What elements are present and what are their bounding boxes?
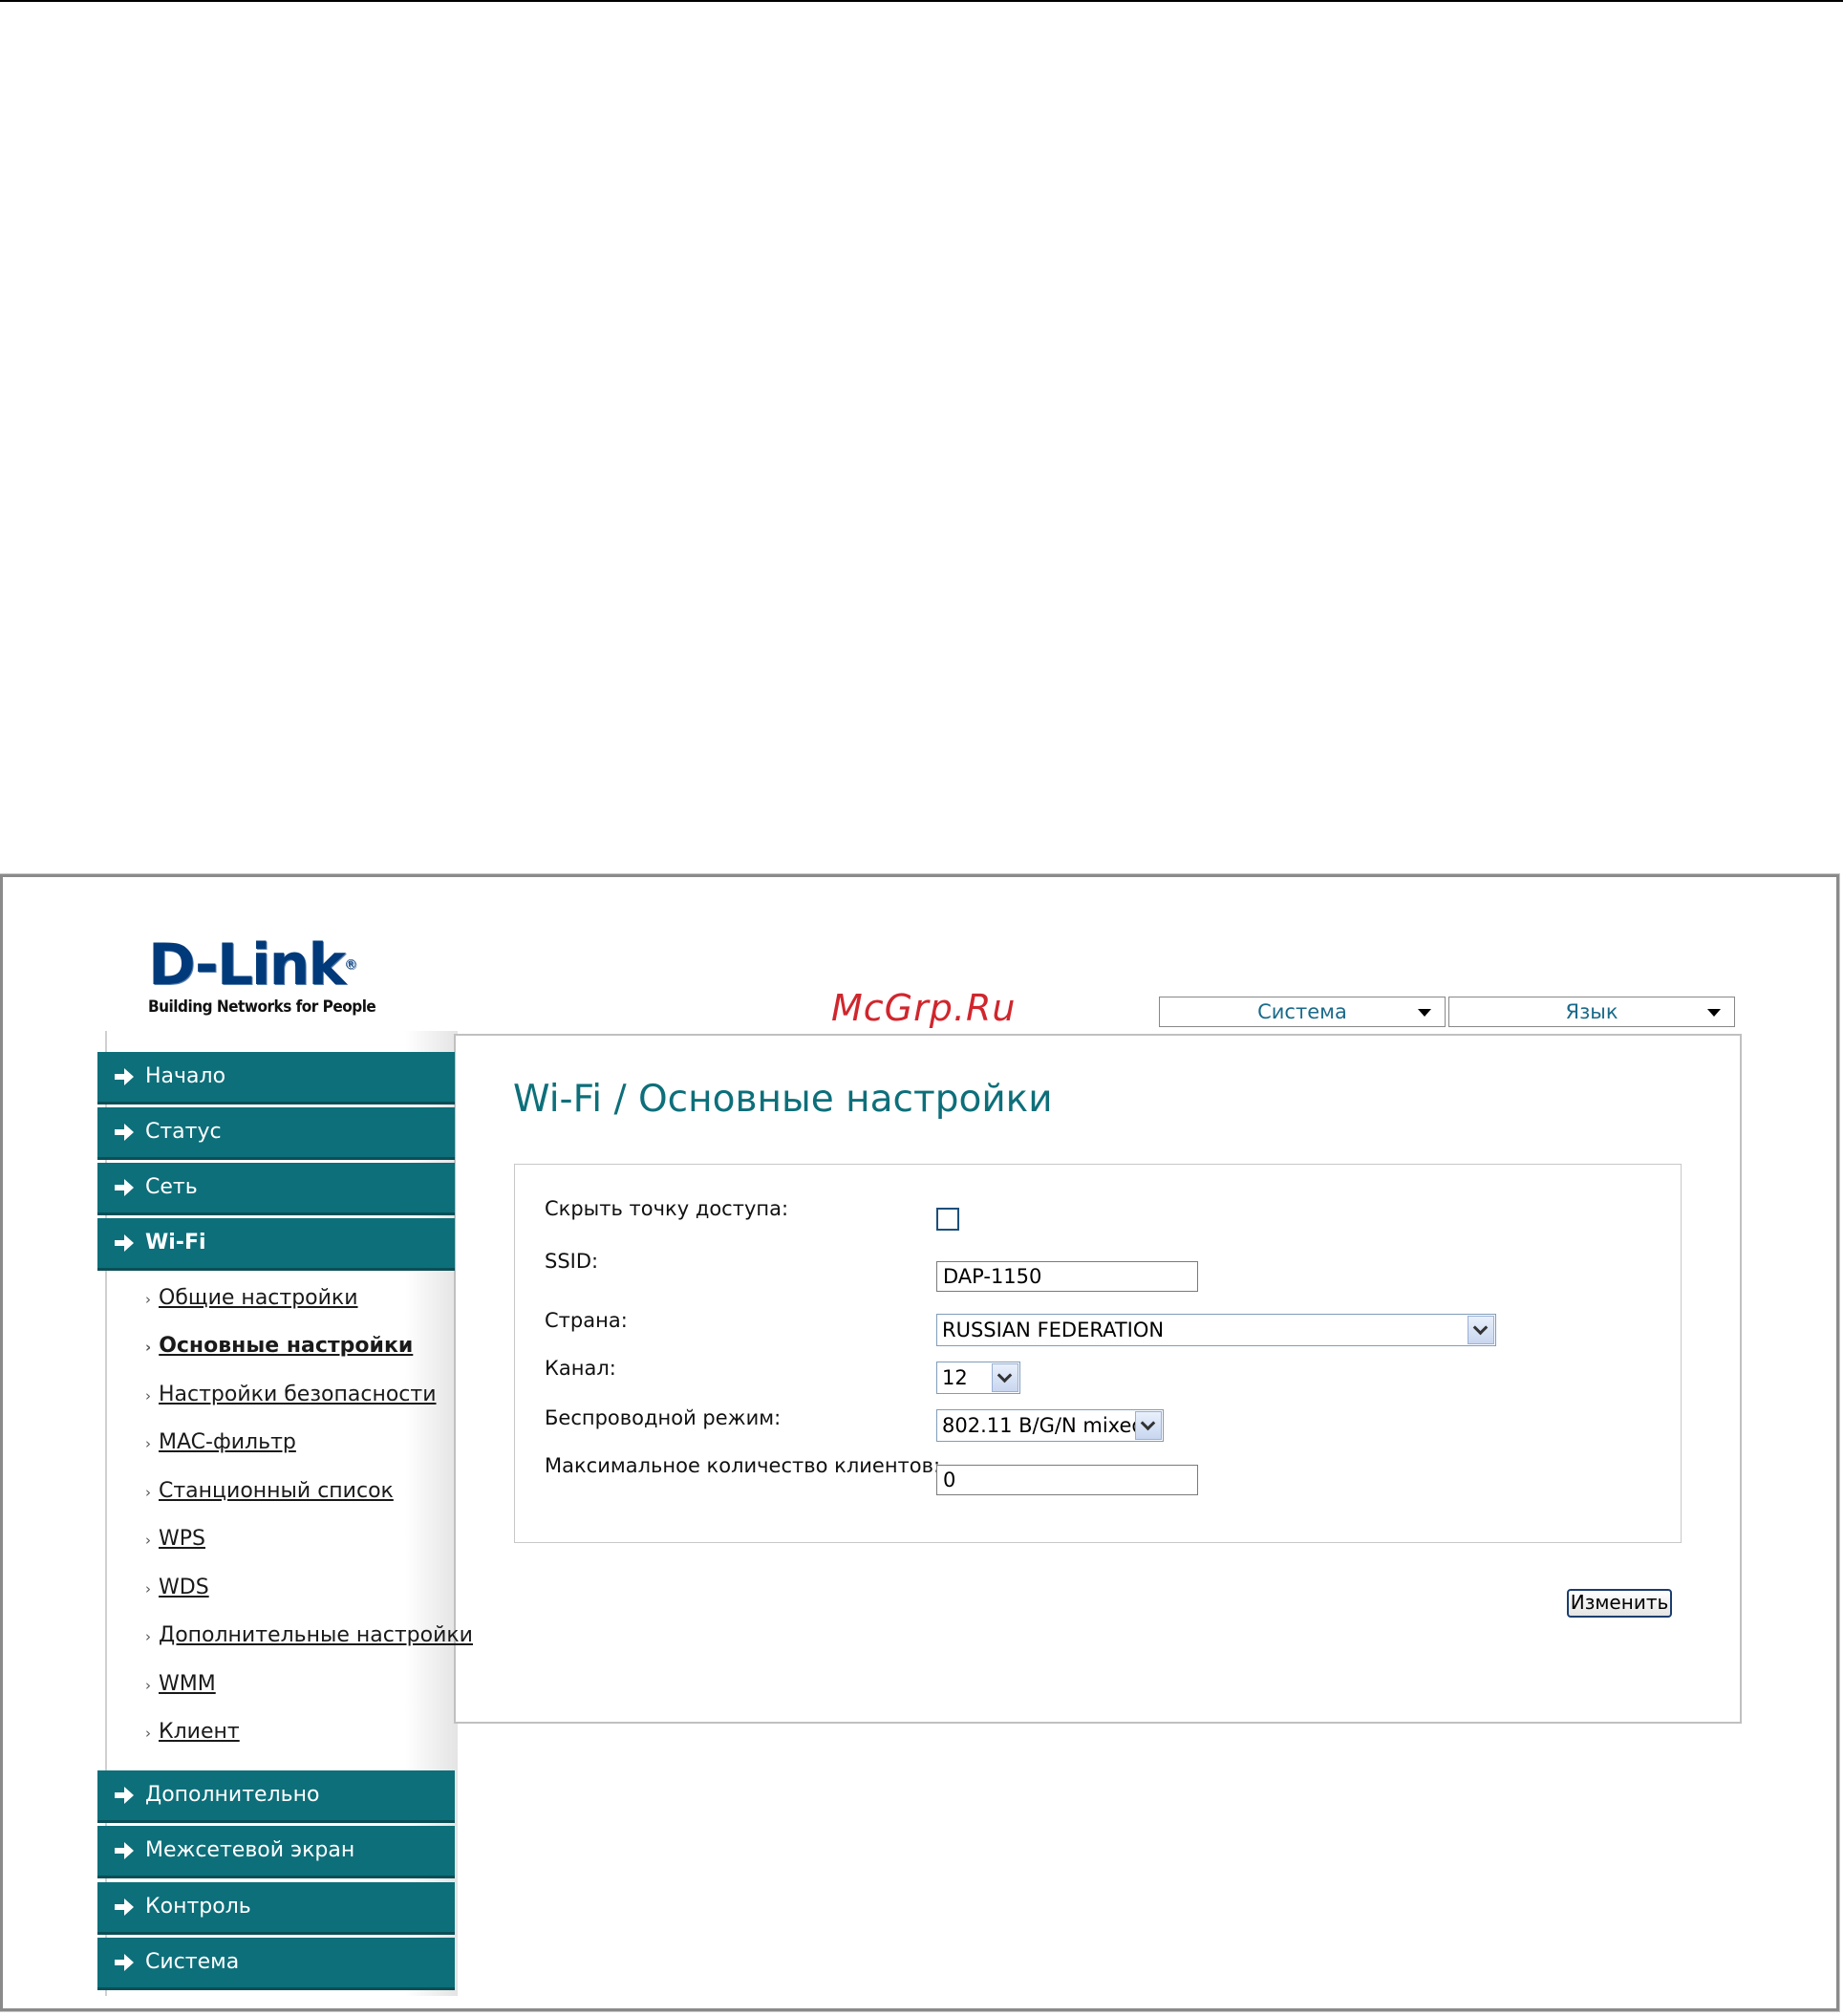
subnav-advanced-settings[interactable]: › Дополнительные настройки (145, 1623, 473, 1647)
nav-label: Контроль (145, 1895, 251, 1919)
chevron-right-icon: › (145, 1580, 151, 1598)
arrow-right-icon (115, 1954, 134, 1971)
apply-button[interactable]: Изменить (1567, 1589, 1672, 1618)
max-clients-input[interactable]: 0 (936, 1465, 1198, 1495)
nav-item-control[interactable]: Контроль (97, 1882, 455, 1932)
subnav-basic-settings[interactable]: › Основные настройки (145, 1334, 413, 1358)
page-title: Wi-Fi / Основные настройки (513, 1078, 1053, 1121)
watermark: McGrp.Ru (831, 987, 1017, 1029)
channel-select-value: 12 (942, 1366, 968, 1389)
nav-label: Дополнительно (145, 1783, 320, 1807)
dlink-logo[interactable]: D-Link® Building Networks for People (148, 936, 376, 1017)
chevron-right-icon: › (145, 1339, 152, 1356)
channel-select[interactable]: 12 (936, 1362, 1020, 1394)
nav-item-system[interactable]: Система (97, 1938, 455, 1987)
language-menu[interactable]: Язык (1448, 997, 1735, 1027)
arrow-right-icon (115, 1787, 134, 1804)
ssid-input[interactable]: DAP-1150 (936, 1261, 1198, 1292)
top-rule (0, 0, 1843, 2)
subnav-general-settings[interactable]: › Общие настройки (145, 1286, 358, 1310)
nav-label: Сеть (145, 1175, 198, 1199)
nav-item-network[interactable]: Сеть (97, 1163, 455, 1212)
arrow-right-icon (115, 1842, 134, 1859)
subnav-client[interactable]: › Клиент (145, 1720, 240, 1744)
wireless-mode-select[interactable]: 802.11 B/G/N mixed (936, 1409, 1164, 1442)
chevron-right-icon: › (145, 1532, 151, 1549)
chevron-down-icon[interactable] (1468, 1316, 1494, 1344)
chevron-down-icon[interactable] (1135, 1411, 1162, 1440)
chevron-right-icon: › (145, 1435, 151, 1452)
channel-label: Канал: (545, 1357, 616, 1380)
ssid-label: SSID: (545, 1250, 599, 1273)
dropdown-arrow-icon (1418, 1009, 1431, 1017)
subnav-mac-filter[interactable]: › MAC-фильтр (145, 1430, 296, 1454)
chevron-right-icon: › (145, 1387, 151, 1405)
nav-item-firewall[interactable]: Межсетевой экран (97, 1826, 455, 1876)
nav-label: Начало (145, 1064, 226, 1088)
arrow-right-icon (115, 1124, 134, 1141)
nav-item-advanced[interactable]: Дополнительно (97, 1770, 455, 1820)
country-select[interactable]: RUSSIAN FEDERATION (936, 1314, 1496, 1346)
system-menu-label: Система (1257, 1000, 1347, 1023)
arrow-right-icon (115, 1179, 134, 1196)
chevron-right-icon: › (145, 1484, 151, 1501)
chevron-right-icon: › (145, 1725, 151, 1742)
language-menu-label: Язык (1565, 1000, 1618, 1023)
subnav-wds[interactable]: › WDS (145, 1576, 209, 1599)
chevron-right-icon: › (145, 1628, 151, 1645)
arrow-right-icon (115, 1898, 134, 1916)
dropdown-arrow-icon (1707, 1009, 1721, 1017)
wireless-mode-select-value: 802.11 B/G/N mixed (942, 1414, 1145, 1437)
arrow-right-icon (115, 1234, 134, 1252)
subnav-wps[interactable]: › WPS (145, 1527, 205, 1551)
chevron-right-icon: › (145, 1291, 151, 1308)
country-label: Страна: (545, 1309, 628, 1332)
nav-label: Система (145, 1950, 240, 1974)
hide-ap-label: Скрыть точку доступа: (545, 1197, 789, 1220)
subnav-wmm[interactable]: › WMM (145, 1672, 216, 1696)
nav-label: Межсетевой экран (145, 1838, 355, 1862)
subnav-station-list[interactable]: › Станционный список (145, 1479, 394, 1503)
logo-tagline: Building Networks for People (148, 997, 376, 1017)
country-select-value: RUSSIAN FEDERATION (942, 1319, 1165, 1341)
registered-mark: ® (344, 957, 357, 973)
wireless-mode-label: Беспроводной режим: (545, 1406, 782, 1429)
chevron-down-icon[interactable] (992, 1363, 1018, 1392)
nav-item-wifi[interactable]: Wi-Fi (97, 1218, 455, 1268)
nav-item-home[interactable]: Начало (97, 1052, 455, 1102)
subnav-security-settings[interactable]: › Настройки безопасности (145, 1383, 437, 1406)
system-menu[interactable]: Система (1159, 997, 1446, 1027)
logo-text: D-Link (148, 932, 346, 998)
nav-label: Wi-Fi (145, 1231, 206, 1255)
hide-ap-checkbox[interactable] (936, 1208, 959, 1231)
max-clients-label: Максимальное количество клиентов: (545, 1454, 941, 1477)
arrow-right-icon (115, 1068, 134, 1085)
nav-label: Статус (145, 1120, 222, 1144)
chevron-right-icon: › (145, 1677, 151, 1694)
nav-item-status[interactable]: Статус (97, 1107, 455, 1157)
